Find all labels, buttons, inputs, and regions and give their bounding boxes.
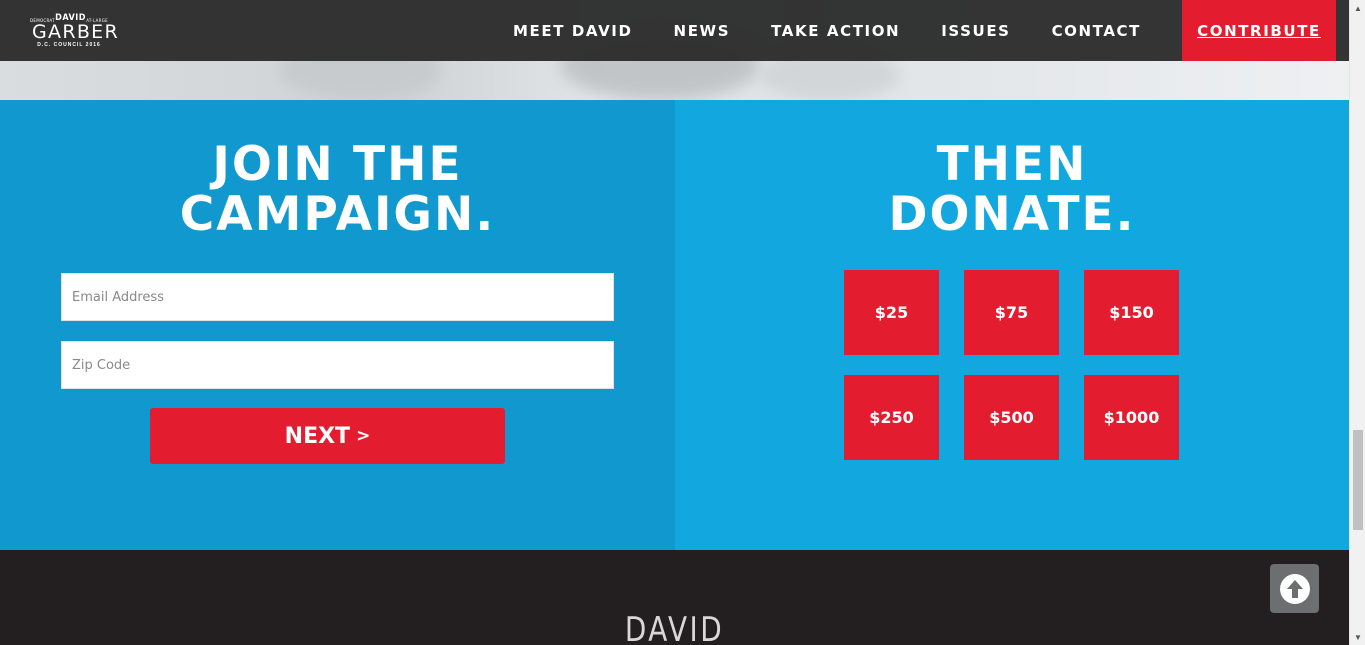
email-input[interactable] (62, 274, 613, 320)
nav-contact[interactable]: CONTACT (1052, 22, 1141, 40)
scrollbar-thumb[interactable] (1353, 430, 1363, 530)
logo-last-name: GARBER (32, 21, 119, 43)
donate-25-button[interactable]: $25 (844, 270, 939, 355)
campaign-logo[interactable]: DEMOCRAT DAVID AT-LARGE GARBER D.C. COUN… (30, 12, 119, 52)
nav-take-action[interactable]: TAKE ACTION (771, 22, 900, 40)
arrow-up-circle-icon (1279, 573, 1310, 604)
join-campaign-panel: JOIN THE CAMPAIGN. NEXT > (0, 100, 675, 550)
join-heading-line1: JOIN THE (212, 137, 463, 192)
logo-office: D.C. COUNCIL 2016 (37, 42, 101, 48)
footer-logo-name: DAVID (624, 610, 725, 645)
email-field (61, 273, 614, 321)
donate-1000-button[interactable]: $1000 (1084, 375, 1179, 460)
top-nav: DEMOCRAT DAVID AT-LARGE GARBER D.C. COUN… (0, 0, 1349, 61)
chevron-right-icon: > (356, 426, 371, 446)
back-to-top-button[interactable] (1270, 564, 1319, 613)
page: DEMOCRAT DAVID AT-LARGE GARBER D.C. COUN… (0, 0, 1349, 645)
footer: DAVID (0, 550, 1349, 645)
next-button[interactable]: NEXT > (150, 408, 505, 464)
nav-contribute-button[interactable]: CONTRIBUTE (1182, 0, 1336, 61)
scroll-up-arrow-icon[interactable]: ▲ (1350, 0, 1365, 16)
donate-250-button[interactable]: $250 (844, 375, 939, 460)
page-scrollbar[interactable]: ▲ ▼ (1349, 0, 1365, 645)
zip-field (61, 341, 614, 389)
donate-heading-line1: THEN (936, 137, 1088, 192)
join-heading: JOIN THE CAMPAIGN. (0, 140, 675, 240)
donate-500-button[interactable]: $500 (964, 375, 1059, 460)
donate-150-button[interactable]: $150 (1084, 270, 1179, 355)
scroll-down-arrow-icon[interactable]: ▼ (1350, 629, 1365, 645)
next-button-label: NEXT (284, 423, 351, 449)
donate-heading: THEN DONATE. (675, 140, 1349, 240)
donate-heading-line2: DONATE. (888, 187, 1136, 242)
nav-issues[interactable]: ISSUES (941, 22, 1010, 40)
nav-links: MEET DAVID NEWS TAKE ACTION ISSUES CONTA… (513, 0, 1349, 61)
donate-75-button[interactable]: $75 (964, 270, 1059, 355)
zip-input[interactable] (62, 342, 613, 388)
nav-meet-david[interactable]: MEET DAVID (513, 22, 633, 40)
donate-panel: THEN DONATE. $25 $75 $150 $250 $500 $100… (675, 100, 1349, 550)
nav-news[interactable]: NEWS (674, 22, 731, 40)
join-heading-line2: CAMPAIGN. (179, 187, 496, 242)
